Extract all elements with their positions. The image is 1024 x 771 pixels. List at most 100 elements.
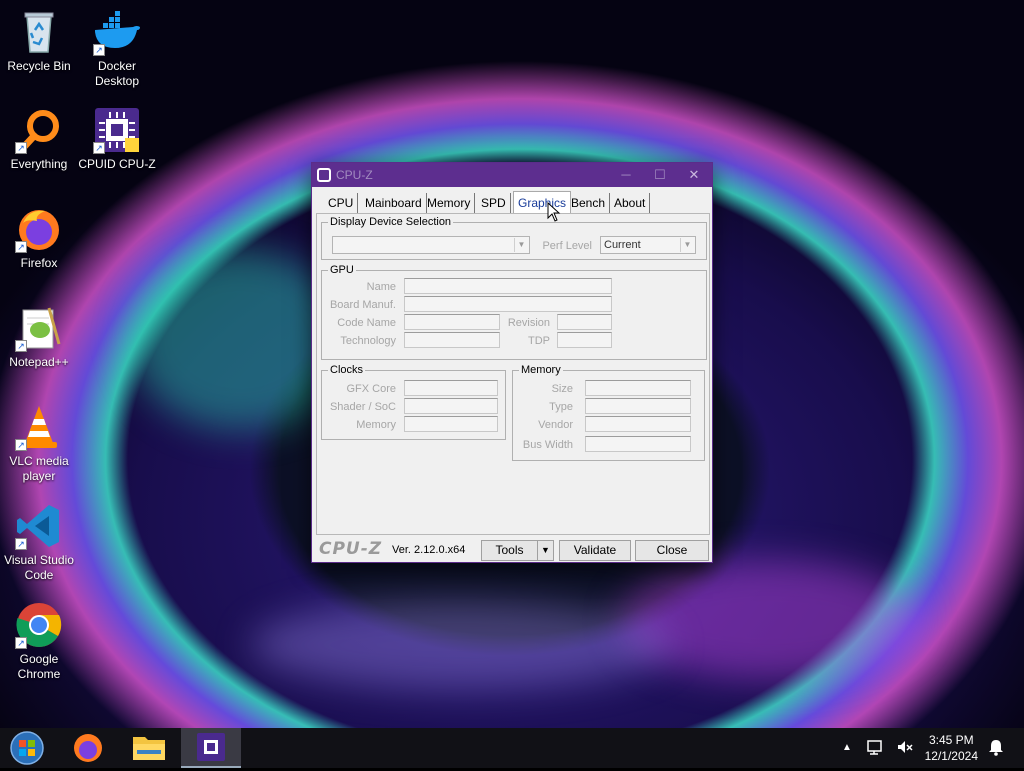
clock-time: 3:45 PM bbox=[928, 733, 974, 747]
revision-label: Revision bbox=[507, 317, 550, 329]
desktop-icon-label: Notepad++ bbox=[9, 355, 69, 369]
title-bar[interactable]: CPU-Z ─ ☐ ✕ bbox=[312, 163, 712, 187]
shortcut-arrow-icon: ↗ bbox=[93, 142, 105, 154]
desktop-icon-chrome[interactable]: ↗ Google Chrome bbox=[0, 601, 78, 682]
cpu-z-window[interactable]: CPU-Z ─ ☐ ✕ CPU Mainboard Memory SPD Gra… bbox=[311, 162, 713, 563]
tab-memory[interactable]: Memory bbox=[423, 193, 476, 213]
firefox-icon bbox=[74, 734, 102, 762]
shortcut-arrow-icon: ↗ bbox=[15, 538, 27, 550]
cpu-z-chip-icon: ↗ bbox=[93, 106, 141, 154]
desktop-icon-label: Recycle Bin bbox=[7, 59, 71, 73]
board-manuf-label: Board Manuf. bbox=[329, 299, 396, 311]
desktop-icon-recycle-bin[interactable]: Recycle Bin bbox=[0, 8, 78, 74]
display-device-group: Display Device Selection ▼ Perf Level Cu… bbox=[321, 215, 707, 260]
wallpaper-glow bbox=[620, 560, 920, 680]
taskbar-firefox[interactable] bbox=[60, 728, 116, 768]
shortcut-arrow-icon: ↗ bbox=[15, 241, 27, 253]
taskbar: ▲ 3:45 PM 12/1/2024 bbox=[0, 728, 1024, 768]
memory-vendor-label: Vendor bbox=[538, 419, 573, 431]
validate-button[interactable]: Validate bbox=[559, 540, 631, 561]
tools-dropdown-chevron-down-icon[interactable]: ▼ bbox=[537, 540, 554, 561]
mouse-cursor-icon bbox=[547, 202, 561, 222]
everything-search-icon: ↗ bbox=[15, 106, 63, 154]
gfx-core-label: GFX Core bbox=[346, 383, 396, 395]
perf-level-value: Current bbox=[604, 239, 641, 251]
clocks-group: Clocks GFX Core Shader / SoC Memory bbox=[321, 363, 506, 440]
bus-width-field bbox=[585, 436, 691, 452]
notification-bell-icon[interactable] bbox=[988, 738, 1004, 756]
clock-date: 12/1/2024 bbox=[924, 749, 978, 763]
tab-spd[interactable]: SPD bbox=[477, 193, 511, 213]
version-label: Ver. 2.12.0.x64 bbox=[392, 544, 466, 556]
revision-field bbox=[557, 314, 612, 330]
memory-type-label: Type bbox=[549, 401, 573, 413]
chevron-down-icon: ▼ bbox=[680, 238, 694, 252]
vscode-icon: ↗ bbox=[15, 502, 63, 550]
desktop-icon-label: VLC media player bbox=[9, 454, 69, 483]
start-button[interactable] bbox=[0, 728, 56, 768]
memory-type-field bbox=[585, 398, 691, 414]
close-icon[interactable]: ✕ bbox=[678, 163, 710, 187]
tools-button[interactable]: Tools bbox=[481, 540, 538, 561]
desktop-icon-vlc[interactable]: ↗ VLC media player bbox=[0, 403, 78, 484]
taskbar-cpu-z[interactable] bbox=[181, 728, 241, 768]
desktop-icon-notepad-plus-plus[interactable]: ↗ Notepad++ bbox=[0, 304, 78, 370]
graphics-panel: Display Device Selection ▼ Perf Level Cu… bbox=[316, 213, 710, 535]
desktop-icon-docker[interactable]: ↗ Docker Desktop bbox=[78, 8, 156, 89]
perf-level-select[interactable]: Current ▼ bbox=[600, 236, 696, 254]
close-button[interactable]: Close bbox=[635, 540, 709, 561]
desktop-icon-label: Visual Studio Code bbox=[4, 553, 74, 582]
clock-memory-label: Memory bbox=[356, 419, 396, 431]
desktop-icon-vscode[interactable]: ↗ Visual Studio Code bbox=[0, 502, 78, 583]
desktop-icon-firefox[interactable]: ↗ Firefox bbox=[0, 205, 78, 271]
chrome-icon: ↗ bbox=[15, 601, 63, 649]
shortcut-arrow-icon: ↗ bbox=[15, 340, 27, 352]
memory-vendor-field bbox=[585, 416, 691, 432]
memory-size-field bbox=[585, 380, 691, 396]
window-footer: CPU-Z Ver. 2.12.0.x64 Tools ▼ Validate C… bbox=[312, 536, 712, 562]
desktop-icon-cpu-z[interactable]: ↗ CPUID CPU-Z bbox=[78, 106, 156, 172]
tab-mainboard[interactable]: Mainboard bbox=[361, 193, 427, 213]
tab-about[interactable]: About bbox=[610, 193, 651, 213]
network-icon[interactable] bbox=[866, 738, 884, 756]
board-manuf-field bbox=[404, 296, 612, 312]
chevron-down-icon: ▼ bbox=[514, 238, 528, 252]
recycle-bin-icon bbox=[15, 8, 63, 56]
taskbar-file-explorer[interactable] bbox=[121, 728, 177, 768]
minimize-icon[interactable]: ─ bbox=[610, 163, 642, 187]
gpu-name-label: Name bbox=[366, 281, 396, 293]
desktop-icon-everything[interactable]: ↗ Everything bbox=[0, 106, 78, 172]
wallpaper-glow bbox=[250, 600, 670, 690]
shader-soc-label: Shader / SoC bbox=[329, 401, 396, 413]
desktop-icon-label: Everything bbox=[10, 157, 68, 171]
desktop-icon-label: Docker Desktop bbox=[94, 59, 140, 88]
taskbar-clock[interactable]: 3:45 PM 12/1/2024 bbox=[925, 732, 978, 764]
group-legend: Memory bbox=[519, 363, 563, 377]
display-device-select[interactable]: ▼ bbox=[332, 236, 530, 254]
window-title: CPU-Z bbox=[336, 168, 373, 182]
shortcut-arrow-icon: ↗ bbox=[15, 142, 27, 154]
windows-orb-icon bbox=[10, 731, 44, 765]
code-name-label: Code Name bbox=[337, 317, 396, 329]
code-name-field bbox=[404, 314, 500, 330]
perf-level-label: Perf Level bbox=[542, 240, 592, 252]
memory-group: Memory Size Type Vendor Bus Width bbox=[512, 363, 705, 461]
tdp-field bbox=[557, 332, 612, 348]
speaker-muted-icon[interactable] bbox=[896, 738, 914, 756]
shortcut-arrow-icon: ↗ bbox=[93, 44, 105, 56]
folder-icon bbox=[133, 737, 165, 760]
tab-cpu[interactable]: CPU bbox=[324, 193, 359, 213]
cpu-z-app-icon bbox=[317, 168, 331, 182]
vlc-cone-icon: ↗ bbox=[15, 403, 63, 451]
cpu-z-chip-icon bbox=[197, 733, 225, 761]
desktop-icon-label: Google Chrome bbox=[17, 652, 61, 681]
technology-field bbox=[404, 332, 500, 348]
bus-width-label: Bus Width bbox=[522, 439, 573, 451]
maximize-icon[interactable]: ☐ bbox=[644, 163, 676, 187]
gfx-core-field bbox=[404, 380, 498, 396]
firefox-icon: ↗ bbox=[15, 205, 63, 253]
tab-bench[interactable]: Bench bbox=[567, 193, 611, 213]
group-legend: Clocks bbox=[328, 363, 366, 377]
show-hidden-icons-chevron-up-icon[interactable]: ▲ bbox=[842, 742, 852, 753]
tab-graphics[interactable]: Graphics bbox=[513, 191, 572, 213]
